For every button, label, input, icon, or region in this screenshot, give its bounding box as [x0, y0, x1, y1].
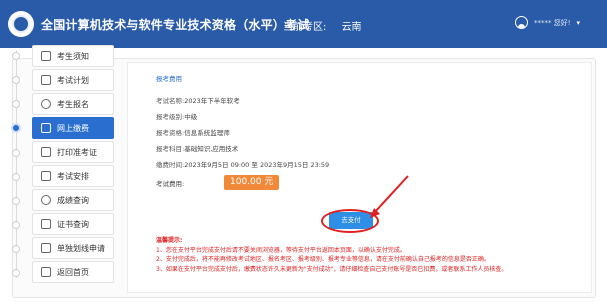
sidebar-item-home[interactable]: 返回首页: [32, 261, 114, 283]
timeline-dot: [12, 173, 20, 181]
tip-item: 3、如果在支付平台完成支付后，缴费状态许久未更新为"支付成功"，请仔细检查自己支…: [156, 265, 508, 273]
chevron-down-icon[interactable]: ▾: [577, 19, 581, 27]
tip-item: 1、您在支付平台完成支付后请不要关闭浏览器，等待支付平台返回本页面，以确认支付完…: [156, 246, 406, 254]
timeline-dot: [12, 221, 20, 229]
sidebar-item-label: 证书查询: [57, 219, 89, 229]
clock-icon: [41, 99, 51, 109]
sidebar-item-score-query[interactable]: 成绩查询: [32, 189, 114, 211]
timeline-dot: [12, 76, 20, 84]
tips-block: 温馨提示: 1、您在支付平台完成支付后请不要关闭浏览器，等待支付平台返回本页面，…: [156, 236, 586, 274]
home-icon: [41, 267, 51, 277]
sidebar-item-label: 成绩查询: [57, 195, 89, 205]
sidebar-item-label: 返回首页: [57, 267, 89, 277]
timeline-dot: [12, 52, 20, 60]
sidebar-timeline: [16, 50, 17, 278]
sidebar-item-certificate-query[interactable]: 证书查询: [32, 213, 114, 235]
sidebar-item-label: 考生须知: [57, 51, 89, 61]
section-title: 报考费用: [156, 75, 182, 83]
field-payment-time: 缴费时间:2023年9月5日 09:00 至 2023年9月15日 23:59: [156, 161, 330, 169]
app-title: 全国计算机技术与软件专业技术资格（水平）考试: [41, 17, 310, 32]
timeline-dot-active: [11, 123, 21, 133]
sidebar-item-label: 考试安排: [57, 171, 89, 181]
sidebar-item-label: 考生报名: [57, 99, 89, 109]
sidebar-item-online-payment[interactable]: 网上缴费: [32, 117, 114, 139]
timeline-dot: [12, 197, 20, 205]
field-exam-name: 考试名称:2023年下半年软考: [156, 97, 240, 105]
payment-content: 报考费用 考试名称:2023年下半年软考 报考级别:中级 报考资格:信息系统监理…: [127, 62, 592, 293]
sidebar-item-registration[interactable]: 考生报名: [32, 93, 114, 115]
user-menu[interactable]: ***** 您好! ▾: [515, 16, 580, 29]
timeline-dot: [12, 245, 20, 253]
area-value: 云南: [341, 22, 362, 33]
user-name[interactable]: ***** 您好!: [534, 18, 571, 28]
timeline-dot: [12, 149, 20, 157]
monitor-icon: [41, 123, 51, 133]
field-qualification: 报考资格:信息系统监理师: [156, 129, 230, 137]
timeline-dot: [12, 269, 20, 277]
sidebar-item-exam-schedule[interactable]: 考试安排: [32, 165, 114, 187]
tip-item: 2、支付完成后，将不能再修改考试地区、报名考区、报考级别、报考专业等信息，请在支…: [156, 256, 490, 263]
sidebar-item-label: 单独划线申请: [57, 243, 105, 253]
sidebar-item-label: 考试计划: [57, 75, 89, 85]
top-header: 全国计算机技术与软件专业技术资格（水平）考试 当前考区: 云南 ***** 您好…: [0, 0, 607, 48]
sidebar-item-print-admission[interactable]: 打印准考证: [32, 141, 114, 163]
sidebar-item-label: 打印准考证: [57, 147, 97, 157]
form-icon: [41, 243, 51, 253]
highlight-circle: [321, 209, 379, 233]
fee-label: 考试费用:: [156, 180, 185, 188]
sidebar-item-exam-notice[interactable]: 考生须知: [32, 45, 114, 67]
sidebar-item-label: 网上缴费: [57, 123, 89, 133]
search-icon: [41, 195, 51, 205]
timeline-dot: [12, 100, 20, 108]
field-subjects: 报考科目:基础知识,应用技术: [156, 145, 239, 153]
logo-icon: [8, 11, 34, 37]
printer-icon: [41, 147, 51, 157]
sidebar-item-separate-line[interactable]: 单独划线申请: [32, 237, 114, 259]
fee-amount-badge: 100.00 元: [224, 175, 280, 190]
certificate-icon: [41, 219, 51, 229]
current-area: 当前考区: 云南: [283, 18, 362, 33]
sidebar-item-exam-plan[interactable]: 考试计划: [32, 69, 114, 91]
tips-title: 温馨提示:: [156, 237, 183, 244]
area-label: 当前考区:: [283, 22, 327, 33]
notice-icon: [41, 51, 51, 61]
document-icon: [41, 171, 51, 181]
user-avatar-icon[interactable]: [515, 16, 528, 29]
field-level: 报考级别:中级: [156, 113, 198, 121]
calendar-icon: [41, 75, 51, 85]
